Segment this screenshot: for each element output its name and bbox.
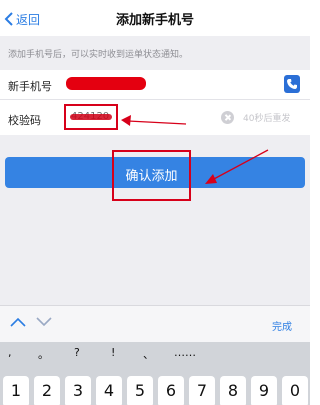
key-3[interactable]: 3 (65, 376, 91, 405)
key-7[interactable]: 7 (189, 376, 215, 405)
symbol-key-comma[interactable]: , (8, 346, 12, 359)
keyboard: , 。 ? ! 、 …… 1 2 3 4 5 6 7 8 9 0 (0, 342, 310, 405)
key-2[interactable]: 2 (34, 376, 60, 405)
arrow-to-code (121, 115, 187, 126)
key-4[interactable]: 4 (96, 376, 122, 405)
done-button[interactable]: 完成 (272, 318, 292, 333)
key-1[interactable]: 1 (3, 376, 29, 405)
key-0[interactable]: 0 (282, 376, 308, 405)
previous-field-icon[interactable] (10, 317, 26, 327)
next-field-icon[interactable] (36, 317, 52, 327)
key-8[interactable]: 8 (220, 376, 246, 405)
symbol-key-ellipsis[interactable]: …… (174, 346, 196, 359)
keyboard-toolbar: 完成 (0, 305, 310, 342)
key-6[interactable]: 6 (158, 376, 184, 405)
symbol-key-period[interactable]: 。 (38, 346, 49, 362)
symbol-key-exclamation[interactable]: ! (111, 346, 115, 359)
arrow-to-confirm (205, 149, 269, 184)
key-5[interactable]: 5 (127, 376, 153, 405)
symbol-key-question[interactable]: ? (74, 346, 80, 359)
symbol-key-dunhao[interactable]: 、 (143, 346, 154, 362)
key-9[interactable]: 9 (251, 376, 277, 405)
